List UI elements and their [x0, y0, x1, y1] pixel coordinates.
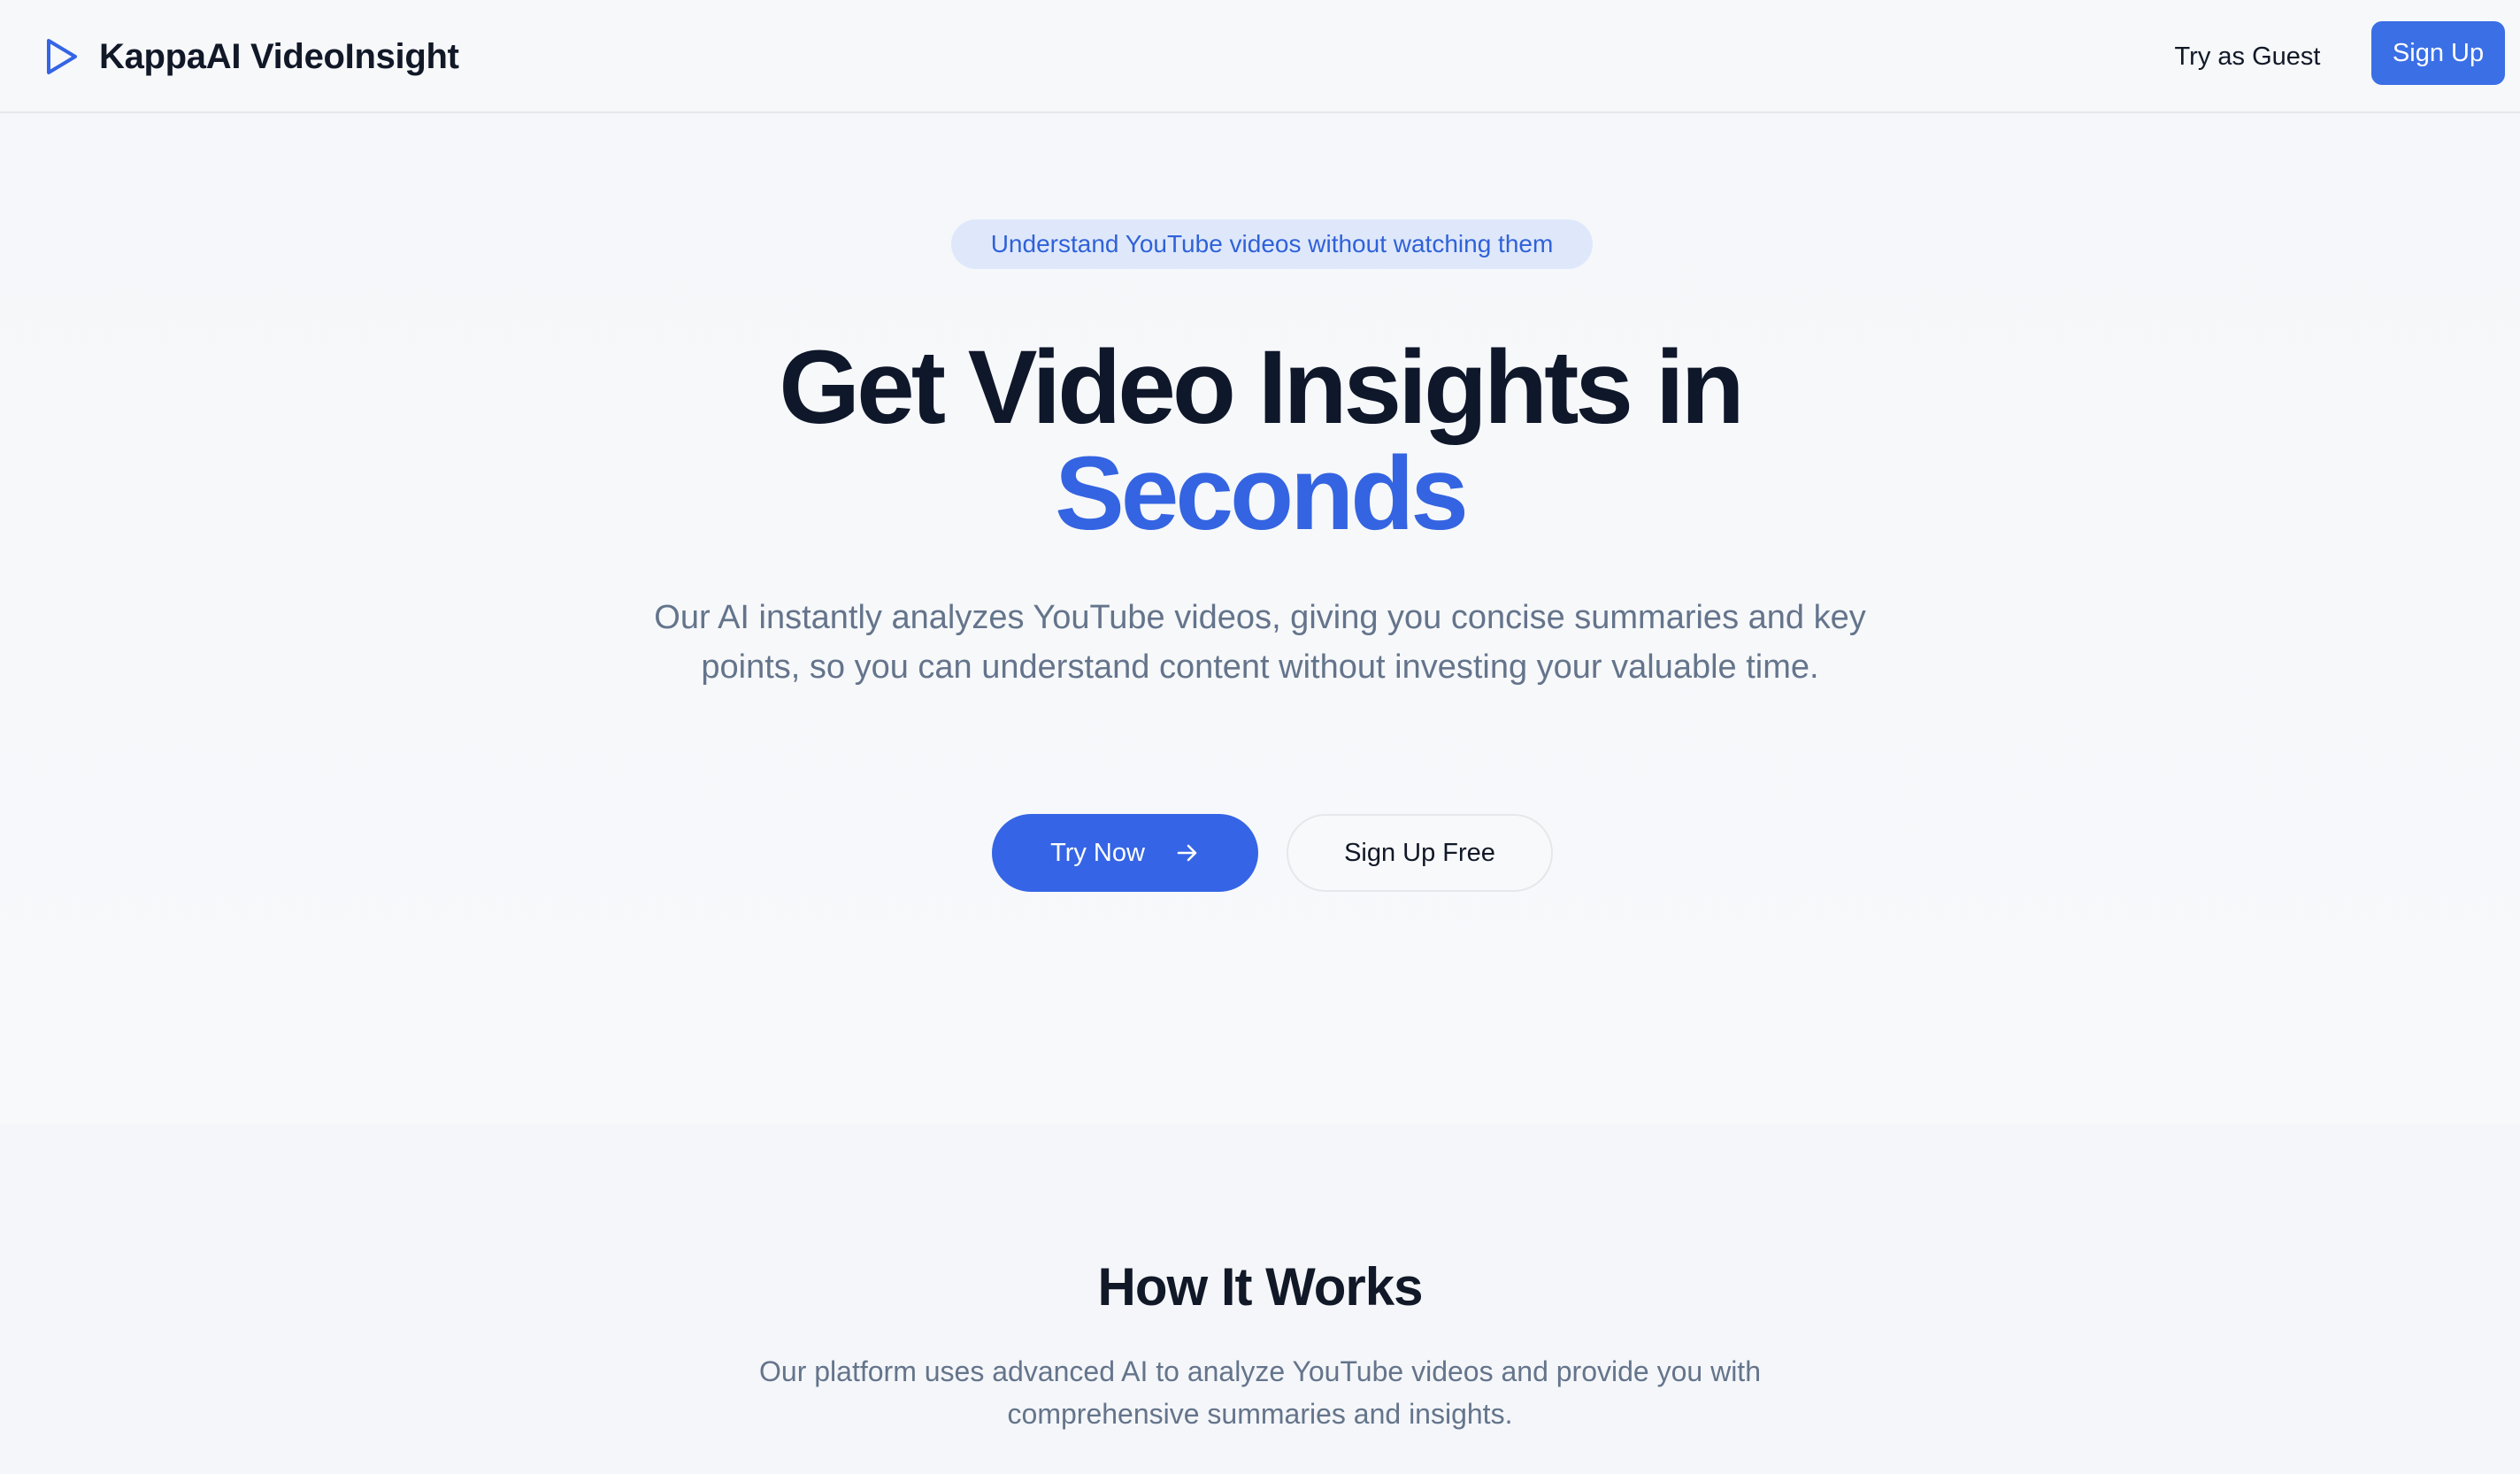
brand-logo[interactable]: KappaAI VideoInsight — [44, 32, 459, 81]
try-now-button[interactable]: Try Now — [992, 814, 1258, 892]
hero-title-main: Get Video Insights in — [779, 329, 1744, 446]
brand-name: KappaAI VideoInsight — [99, 36, 459, 76]
hero-badge: Understand YouTube videos without watchi… — [951, 219, 1593, 269]
sign-up-free-button[interactable]: Sign Up Free — [1287, 814, 1553, 892]
arrow-right-icon — [1177, 844, 1197, 862]
hero-title-accent: Seconds — [1055, 435, 1469, 552]
try-as-guest-button[interactable]: Try as Guest — [2150, 30, 2345, 83]
play-icon — [47, 39, 77, 74]
try-now-label: Try Now — [1050, 838, 1145, 867]
how-it-works-title: How It Works — [1097, 1257, 1424, 1317]
hero-title: Get Video Insights in Seconds — [375, 334, 2145, 547]
hero-subtitle: Our AI instantly analyzes YouTube videos… — [654, 599, 1866, 686]
sign-up-button[interactable]: Sign Up — [2371, 21, 2505, 85]
top-navbar: KappaAI VideoInsight Try as Guest Sign U… — [0, 0, 2520, 113]
how-it-works-subtitle: Our platform uses advanced AI to analyze… — [759, 1355, 1761, 1430]
